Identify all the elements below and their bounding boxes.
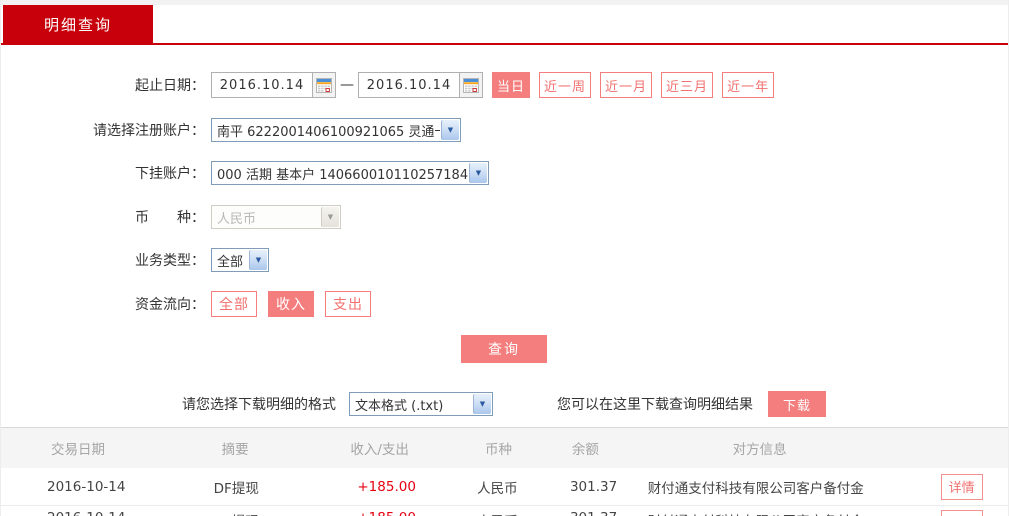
cell-date: 2016-10-14 xyxy=(47,478,126,495)
registered-account-select[interactable]: 南平 6222001406100921065 灵通卡 ▼ xyxy=(211,118,461,142)
header-counterparty: 对方信息 xyxy=(732,442,787,458)
table-body: 2016-10-14 DF提现 +185.00 人民币 301.37 财付通支付… xyxy=(1,468,1008,516)
chevron-down-icon: ▼ xyxy=(321,207,339,227)
currency-label: 币 种： xyxy=(135,210,205,226)
chevron-down-icon: ▼ xyxy=(441,120,459,140)
quick-range-button[interactable]: 当日 xyxy=(492,72,531,98)
fund-direction-button[interactable]: 收入 xyxy=(268,291,314,317)
chevron-down-icon: ▼ xyxy=(249,250,267,270)
download-format-select[interactable]: 文本格式 (.txt) ▼ xyxy=(349,392,493,416)
cell-date: 2016-10-14 xyxy=(1,510,212,516)
cell-summary: DF提现 xyxy=(213,480,259,497)
header-balance: 余额 xyxy=(571,442,599,458)
fund-direction-row: 资金流向： 全部 收入 支出 xyxy=(1,291,1008,317)
quick-range-button[interactable]: 近一周 xyxy=(539,72,592,98)
download-row: 请您选择下载明细的格式 文本格式 (.txt) ▼ 您可以在这里下载查询明细结果… xyxy=(1,391,1008,417)
date-separator: — xyxy=(340,77,354,93)
download-button[interactable]: 下载 xyxy=(768,391,826,417)
business-type-value: 全部 xyxy=(217,254,244,270)
end-date-input[interactable]: 2016.10.14 xyxy=(358,72,483,98)
detail-query-page: 明细查询 起止日期： 2016.10.14 — 2016.10.14 当日 近一… xyxy=(0,0,1009,516)
business-type-label: 业务类型： xyxy=(135,253,205,269)
fund-direction-label: 资金流向： xyxy=(135,297,205,313)
sub-account-label: 下挂账户： xyxy=(135,166,205,182)
cell-counterparty: 财付通支付科技有限公司客户备付金 xyxy=(647,480,864,497)
quick-range-button[interactable]: 近一年 xyxy=(722,72,775,98)
download-format-label: 请您选择下载明细的格式 xyxy=(182,397,336,413)
cell-counterparty: 财付通支付科技有限公司客户备付金 xyxy=(644,510,915,516)
start-date-input[interactable]: 2016.10.14 xyxy=(211,72,336,98)
currency-value: 人民币 xyxy=(217,211,257,227)
calendar-icon[interactable] xyxy=(459,73,482,97)
table-header-row: 交易日期 摘要 收入/支出 币种 余额 对方信息 xyxy=(1,428,1008,468)
cell-currency: 人民币 xyxy=(477,480,518,497)
detail-button[interactable]: 详情 xyxy=(940,510,983,516)
business-type-select[interactable]: 全部 ▼ xyxy=(211,248,269,272)
registered-account-value: 南平 6222001406100921065 灵通卡 xyxy=(217,124,440,140)
header-amount: 收入/支出 xyxy=(350,442,409,458)
quick-range-button[interactable]: 近三月 xyxy=(661,72,714,98)
cell-amount: +185.00 xyxy=(349,510,473,516)
table-row: 2016-10-14 DF提现 +185.00 人民币 301.37 财付通支付… xyxy=(1,506,1008,516)
tab-detail-query[interactable]: 明细查询 xyxy=(3,5,153,43)
table-row: 2016-10-14 DF提现 +185.00 人民币 301.37 财付通支付… xyxy=(1,468,1008,506)
registered-account-row: 请选择注册账户： 南平 6222001406100921065 灵通卡 ▼ xyxy=(1,117,1008,143)
currency-row: 币 种： 人民币 ▼ xyxy=(1,204,1008,230)
header-date: 交易日期 xyxy=(51,442,105,458)
business-type-row: 业务类型： 全部 ▼ xyxy=(1,247,1008,273)
quick-range-button[interactable]: 近一月 xyxy=(600,72,653,98)
sub-account-select[interactable]: 000 活期 基本户 1406600101102571848 ▼ xyxy=(211,161,489,185)
date-range-row: 起止日期： 2016.10.14 — 2016.10.14 当日 近一周 近一月… xyxy=(1,72,1008,98)
date-range-label: 起止日期： xyxy=(135,78,205,94)
calendar-icon[interactable] xyxy=(312,73,335,97)
chevron-down-icon: ▼ xyxy=(473,394,491,414)
results-table: 交易日期 摘要 收入/支出 币种 余额 对方信息 2016-10-14 DF提现… xyxy=(1,427,1008,516)
start-date-value: 2016.10.14 xyxy=(219,77,305,93)
end-date-value: 2016.10.14 xyxy=(366,77,452,93)
cell-currency: 人民币 xyxy=(473,510,569,516)
download-hint: 您可以在这里下载查询明细结果 xyxy=(557,397,753,413)
download-format-value: 文本格式 (.txt) xyxy=(355,398,444,414)
chevron-down-icon: ▼ xyxy=(469,163,487,183)
query-button[interactable]: 查询 xyxy=(461,335,547,363)
cell-amount: +185.00 xyxy=(357,478,416,495)
registered-account-label: 请选择注册账户： xyxy=(93,123,205,139)
currency-select: 人民币 ▼ xyxy=(211,205,341,229)
cell-summary: DF提现 xyxy=(212,510,350,516)
header-currency: 币种 xyxy=(485,442,513,458)
cell-balance: 301.37 xyxy=(569,510,644,516)
fund-direction-button[interactable]: 支出 xyxy=(325,291,371,317)
sub-account-row: 下挂账户： 000 活期 基本户 1406600101102571848 ▼ xyxy=(1,160,1008,186)
header-summary: 摘要 xyxy=(221,442,249,458)
tab-underline xyxy=(1,43,1008,45)
cell-balance: 301.37 xyxy=(569,478,618,495)
sub-account-value: 000 活期 基本户 1406600101102571848 xyxy=(217,167,468,183)
detail-button[interactable]: 详情 xyxy=(940,473,983,500)
fund-direction-button[interactable]: 全部 xyxy=(211,291,257,317)
